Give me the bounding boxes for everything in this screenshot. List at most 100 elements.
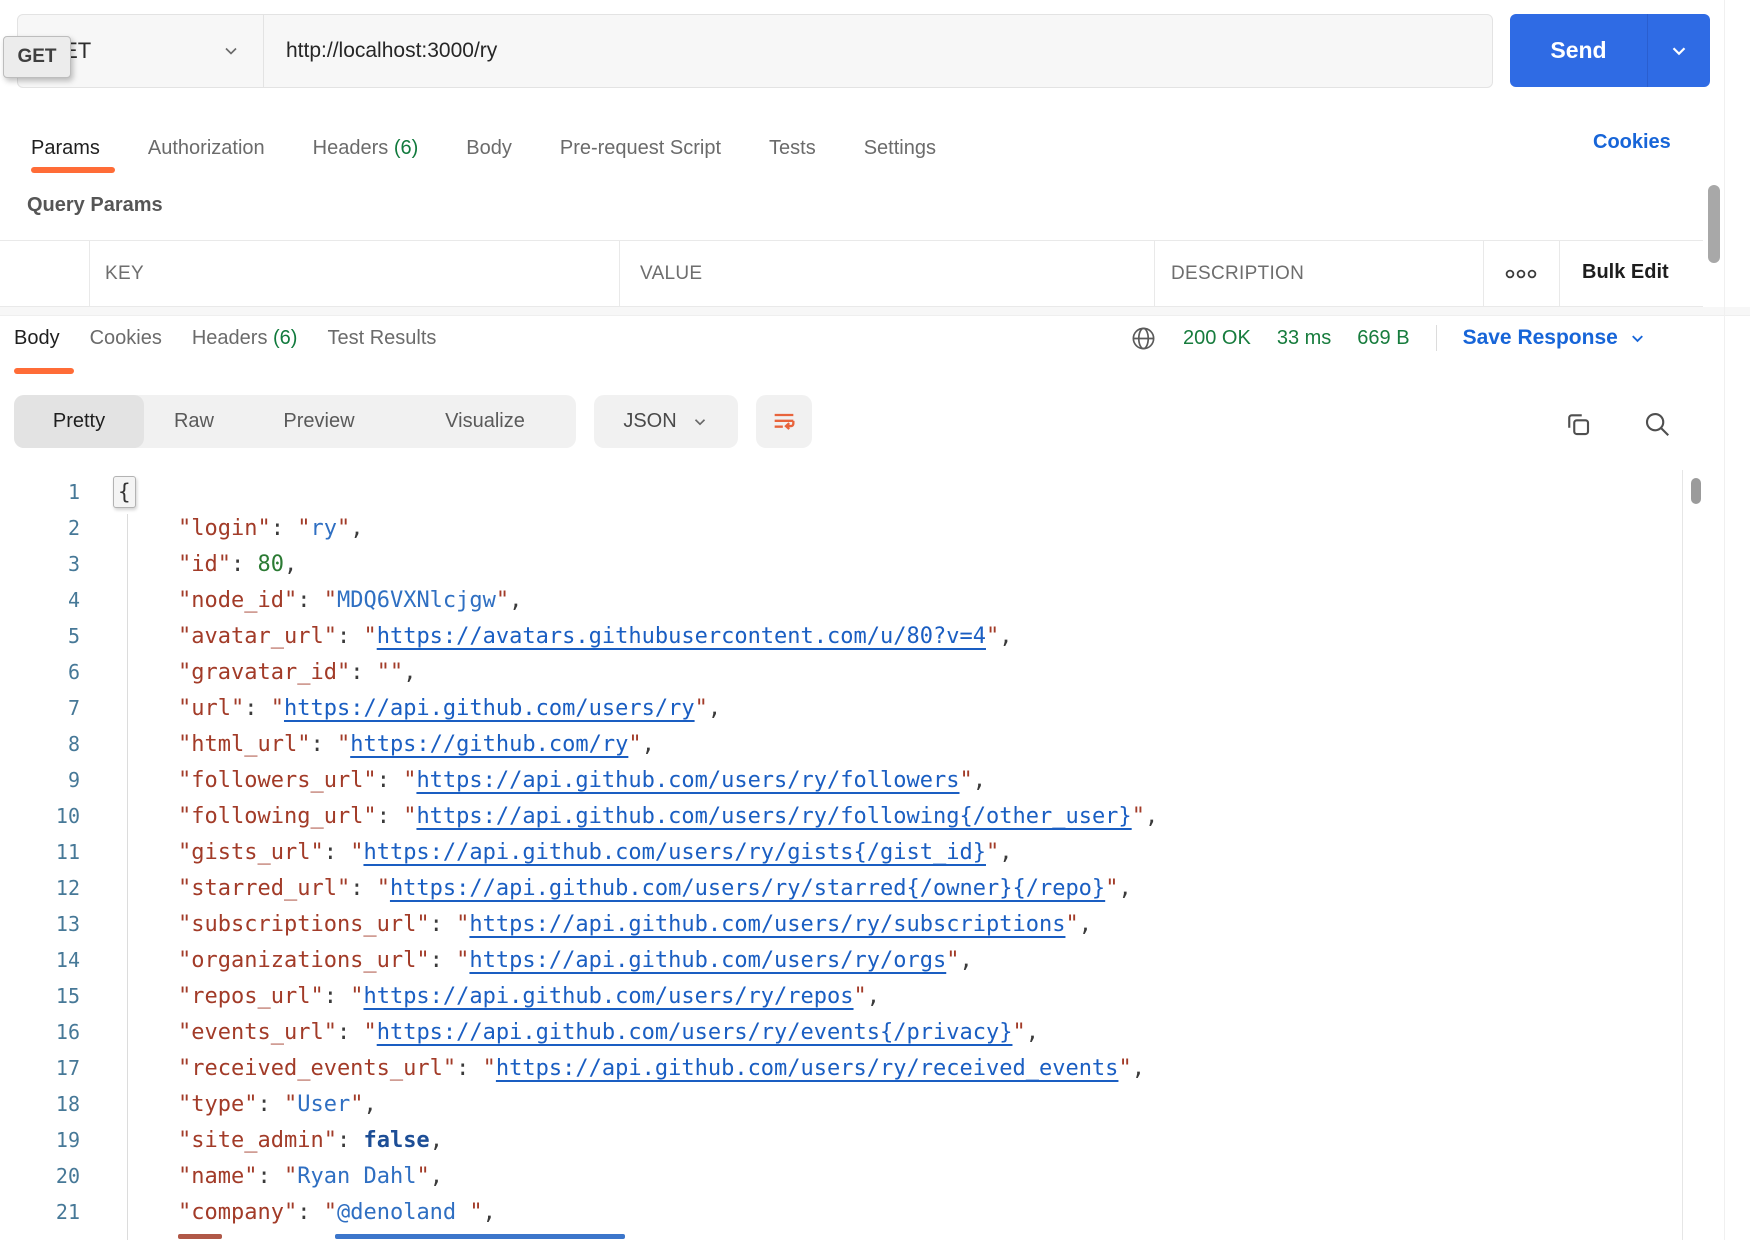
line-number: 14 — [0, 948, 80, 972]
request-tabs: Params Authorization Headers (6) Body Pr… — [31, 126, 936, 170]
format-wrap-icon — [770, 408, 798, 436]
response-meta: 200 OK 33 ms 669 B Save Response — [1130, 320, 1647, 356]
divider — [263, 15, 264, 87]
window-scrollbar-thumb[interactable] — [1708, 185, 1720, 263]
clipped-next-line — [178, 1234, 222, 1239]
tab-headers[interactable]: Headers (6) — [313, 137, 419, 160]
bulk-edit-button[interactable]: Bulk Edit — [1582, 261, 1669, 284]
line-number: 17 — [0, 1056, 80, 1080]
column-divider — [89, 241, 90, 306]
language-dropdown[interactable]: JSON — [594, 395, 738, 448]
tab-pre-request-script[interactable]: Pre-request Script — [560, 137, 721, 160]
active-response-tab-indicator — [14, 368, 74, 374]
line-number: 7 — [0, 696, 80, 720]
line-number: 3 — [0, 552, 80, 576]
line-number: 16 — [0, 1020, 80, 1044]
fold-toggle[interactable]: { — [113, 476, 136, 508]
code-line: 17"received_events_url": "https://api.gi… — [0, 1050, 1682, 1086]
code-line: 19"site_admin": false, — [0, 1122, 1682, 1158]
response-tab-cookies[interactable]: Cookies — [90, 327, 162, 350]
code-line: 15"repos_url": "https://api.github.com/u… — [0, 978, 1682, 1014]
search-response-button[interactable] — [1642, 409, 1674, 441]
view-pretty[interactable]: Pretty — [14, 395, 144, 448]
view-visualize[interactable]: Visualize — [394, 395, 576, 448]
chevron-down-icon — [1628, 329, 1647, 348]
cookies-link[interactable]: Cookies — [1593, 131, 1671, 154]
code-line: 2"login": "ry", — [0, 510, 1682, 546]
send-button[interactable]: Send — [1510, 14, 1710, 87]
view-preview[interactable]: Preview — [244, 395, 394, 448]
url-bar: GET — [17, 14, 1493, 88]
response-tabs: Body Cookies Headers (6) Test Results — [14, 320, 436, 356]
beautify-button[interactable] — [756, 395, 812, 448]
chevron-down-icon — [221, 41, 241, 61]
line-number: 13 — [0, 912, 80, 936]
code-line: 1{ — [0, 474, 1682, 510]
column-header-key: KEY — [105, 263, 144, 285]
response-time: 33 ms — [1277, 327, 1331, 350]
code-scrollbar-track — [1682, 470, 1711, 1240]
line-number: 1 — [0, 480, 80, 504]
search-icon — [1642, 409, 1672, 439]
tab-settings[interactable]: Settings — [864, 137, 936, 160]
code-line: 21"company": "@denoland ", — [0, 1194, 1682, 1230]
column-header-value: VALUE — [640, 263, 702, 285]
code-line: 12"starred_url": "https://api.github.com… — [0, 870, 1682, 906]
code-line: 11"gists_url": "https://api.github.com/u… — [0, 834, 1682, 870]
pane-splitter[interactable] — [0, 307, 1750, 316]
more-options-icon[interactable] — [1505, 265, 1537, 283]
line-number: 5 — [0, 624, 80, 648]
response-tab-test-results[interactable]: Test Results — [327, 327, 436, 350]
line-number: 21 — [0, 1200, 80, 1224]
response-tab-headers[interactable]: Headers (6) — [192, 327, 298, 350]
active-tab-indicator — [31, 167, 115, 173]
scrollbar-track — [1724, 0, 1725, 1240]
tab-tests[interactable]: Tests — [769, 137, 816, 160]
response-size: 669 B — [1357, 327, 1409, 350]
response-view-switcher: Pretty Raw Preview Visualize — [14, 395, 576, 448]
code-line: 20"name": "Ryan Dahl", — [0, 1158, 1682, 1194]
status-badge: 200 OK — [1183, 327, 1251, 350]
line-number: 8 — [0, 732, 80, 756]
code-line: 7"url": "https://api.github.com/users/ry… — [0, 690, 1682, 726]
method-tooltip: GET — [3, 36, 71, 78]
tab-authorization[interactable]: Authorization — [148, 137, 265, 160]
headers-count: (6) — [394, 137, 418, 159]
code-line: 3"id": 80, — [0, 546, 1682, 582]
view-raw[interactable]: Raw — [144, 395, 244, 448]
code-line: 16"events_url": "https://api.github.com/… — [0, 1014, 1682, 1050]
code-line: 6"gravatar_id": "", — [0, 654, 1682, 690]
postman-request-view: GET GET Send Params Authorization Header… — [0, 0, 1750, 1240]
chevron-down-icon — [691, 413, 709, 431]
response-tab-body[interactable]: Body — [14, 327, 60, 350]
save-response-button[interactable]: Save Response — [1463, 326, 1647, 350]
column-divider — [619, 241, 620, 306]
line-number: 9 — [0, 768, 80, 792]
line-number: 15 — [0, 984, 80, 1008]
column-divider — [1154, 241, 1155, 306]
code-line: 13"subscriptions_url": "https://api.gith… — [0, 906, 1682, 942]
copy-icon — [1563, 409, 1593, 439]
response-body-code: 1{2"login": "ry",3"id": 80,4"node_id": "… — [0, 474, 1682, 1230]
network-globe-icon[interactable] — [1130, 325, 1157, 352]
line-number: 2 — [0, 516, 80, 540]
tab-body[interactable]: Body — [466, 137, 512, 160]
column-divider — [1483, 241, 1484, 306]
url-input[interactable] — [286, 15, 1466, 87]
save-response-label: Save Response — [1463, 326, 1618, 350]
code-line: 9"followers_url": "https://api.github.co… — [0, 762, 1682, 798]
line-number: 12 — [0, 876, 80, 900]
query-params-title: Query Params — [27, 194, 163, 217]
query-params-table: KEY VALUE DESCRIPTION Bulk Edit — [0, 240, 1703, 307]
copy-response-button[interactable] — [1563, 409, 1595, 441]
column-header-description: DESCRIPTION — [1171, 263, 1304, 285]
line-number: 19 — [0, 1128, 80, 1152]
code-line: 14"organizations_url": "https://api.gith… — [0, 942, 1682, 978]
code-scrollbar-thumb[interactable] — [1691, 478, 1701, 504]
send-options-chevron-icon[interactable] — [1648, 40, 1710, 62]
code-line: 18"type": "User", — [0, 1086, 1682, 1122]
line-number: 11 — [0, 840, 80, 864]
line-number: 6 — [0, 660, 80, 684]
code-line: 4"node_id": "MDQ6VXNlcjgw", — [0, 582, 1682, 618]
tab-params[interactable]: Params — [31, 137, 100, 160]
